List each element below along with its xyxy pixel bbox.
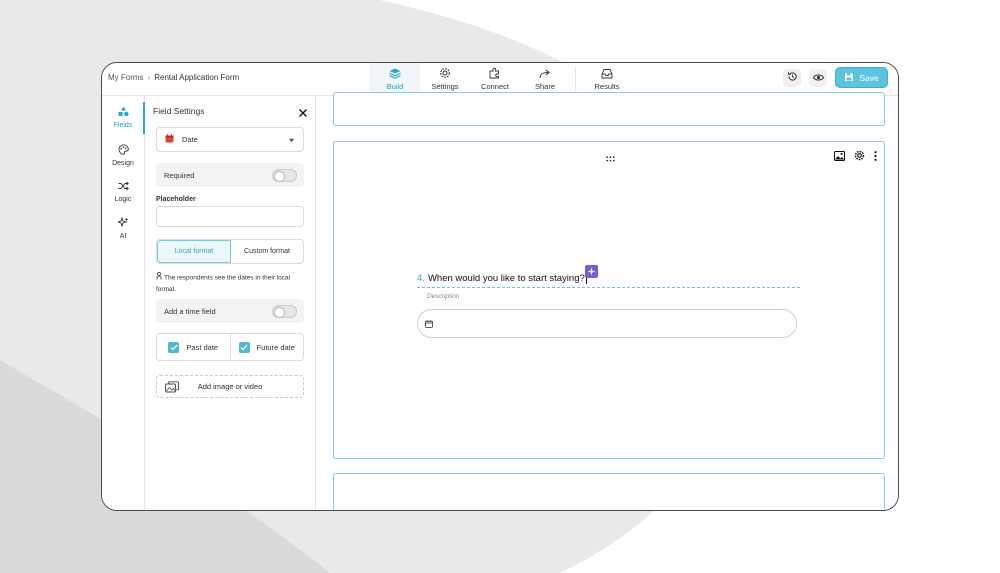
breadcrumb: My Forms › Rental Application Form <box>108 73 239 82</box>
past-date-checkbox[interactable] <box>168 341 180 353</box>
past-date-option[interactable]: Past date <box>157 334 230 360</box>
add-media-label: Add image or video <box>197 382 263 391</box>
date-answer-input[interactable] <box>417 309 797 338</box>
rail-item-logic[interactable]: Logic <box>102 177 144 207</box>
required-row: Required <box>156 163 304 187</box>
rail-item-design[interactable]: Design <box>102 140 144 170</box>
format-note-text: The respondents see the dates in their l… <box>156 274 291 293</box>
image-video-icon <box>165 381 179 395</box>
history-button[interactable] <box>783 68 801 87</box>
tab-share-label: Share <box>534 82 555 91</box>
question-number: 4. <box>417 273 425 284</box>
more-options-icon[interactable] <box>874 148 877 166</box>
tab-build-label: Build <box>386 82 404 91</box>
required-label: Required <box>164 170 195 180</box>
share-arrow-icon <box>539 67 552 79</box>
ai-assist-button[interactable] <box>585 265 598 278</box>
breadcrumb-current: Rental Application Form <box>154 73 240 82</box>
question-title[interactable]: 4. When would you like to start staying? <box>417 273 587 284</box>
top-actions: Save <box>783 67 888 88</box>
nav-divider <box>575 68 576 91</box>
future-date-option[interactable]: Future date <box>229 334 304 360</box>
preview-button[interactable] <box>809 68 827 87</box>
rail-item-label: Design <box>112 159 134 167</box>
question-underline <box>417 287 800 288</box>
field-settings-panel: Field Settings Date Required Placeholder… <box>145 96 316 510</box>
save-disk-icon <box>844 72 854 84</box>
tab-settings-label: Settings <box>431 82 459 91</box>
history-icon <box>787 69 798 87</box>
placeholder-input[interactable] <box>156 206 304 227</box>
image-icon[interactable] <box>834 148 845 166</box>
rail-item-fields[interactable]: Fields <box>102 102 145 134</box>
time-field-row: Add a time field <box>156 299 304 323</box>
inbox-icon <box>601 67 614 79</box>
time-field-toggle[interactable] <box>272 305 297 318</box>
future-date-label: Future date <box>256 342 295 352</box>
required-toggle[interactable] <box>272 169 297 182</box>
add-media-button[interactable]: Add image or video <box>156 375 304 398</box>
rail-item-label: AI <box>119 232 127 240</box>
time-field-label: Add a time field <box>164 306 216 316</box>
form-canvas: 4. When would you like to start staying?… <box>316 92 898 510</box>
breadcrumb-root[interactable]: My Forms <box>108 73 144 82</box>
palette-icon <box>118 143 129 157</box>
person-icon <box>156 272 162 284</box>
question-card[interactable]: 4. When would you like to start staying?… <box>333 141 885 459</box>
previous-question-card[interactable] <box>333 92 885 126</box>
card-toolbar <box>834 148 877 166</box>
save-button[interactable]: Save <box>835 67 888 88</box>
close-icon[interactable] <box>298 105 308 117</box>
layers-icon <box>389 67 402 79</box>
save-button-label: Save <box>859 72 879 83</box>
local-format-option[interactable]: Local format <box>157 240 231 263</box>
ai-sparkle-icon <box>587 263 596 281</box>
question-settings-gear-icon[interactable] <box>854 148 865 166</box>
sparkle-icon <box>116 216 129 230</box>
puzzle-icon <box>489 67 502 79</box>
format-note: The respondents see the dates in their l… <box>156 272 304 295</box>
next-question-card[interactable] <box>333 473 885 510</box>
past-date-label: Past date <box>186 342 219 352</box>
gear-icon <box>439 67 452 79</box>
shuffle-icon <box>118 181 129 193</box>
app-window: My Forms › Rental Application Form Build… <box>101 62 899 511</box>
tab-results-label: Results <box>594 82 620 91</box>
eye-icon <box>812 69 824 87</box>
drag-handle-icon[interactable] <box>606 149 615 167</box>
placeholder-label: Placeholder <box>156 196 196 203</box>
calendar-red-icon <box>165 134 174 145</box>
chevron-down-icon <box>288 136 295 145</box>
rail-item-label: Logic <box>114 196 132 203</box>
calendar-icon <box>425 315 433 333</box>
breadcrumb-separator: › <box>147 73 151 82</box>
tab-connect-label: Connect <box>481 82 509 91</box>
question-text: When would you like to start staying? <box>427 273 585 284</box>
left-rail: Fields Design Logic AI <box>102 96 145 510</box>
panel-title: Field Settings <box>153 106 205 116</box>
fields-icon <box>118 106 129 119</box>
date-range-options: Past date Future date <box>156 333 304 361</box>
custom-format-option[interactable]: Custom format <box>231 240 303 263</box>
field-type-select[interactable]: Date <box>156 127 304 152</box>
date-format-selector: Local format Custom format <box>156 239 304 264</box>
rail-item-label: Fields <box>113 121 133 129</box>
field-type-value: Date <box>182 135 198 144</box>
future-date-checkbox[interactable] <box>238 341 250 353</box>
question-description[interactable]: Description <box>427 293 460 300</box>
rail-item-ai[interactable]: AI <box>102 213 144 243</box>
